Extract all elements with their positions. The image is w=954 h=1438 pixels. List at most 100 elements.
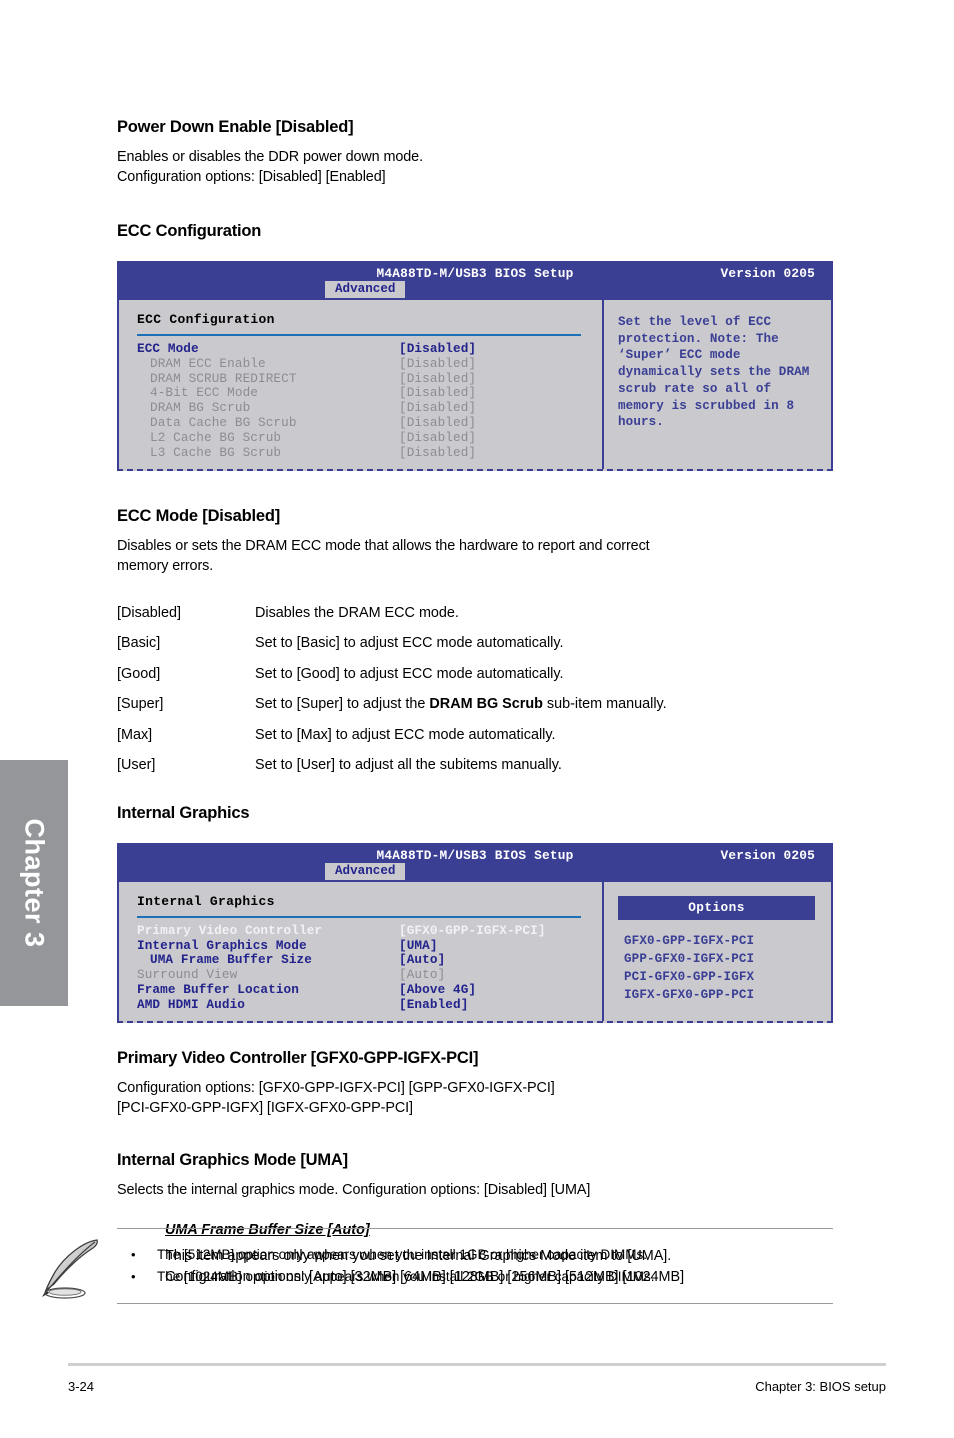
bullet-icon: •	[131, 1269, 136, 1285]
option-key: [Basic]	[117, 635, 161, 652]
bios-row-value: [Enabled]	[399, 996, 469, 1012]
option-desc: Set to [Max] to adjust ECC mode automati…	[255, 727, 555, 743]
option-desc-pre: Set to [User] to adjust all the subitems…	[255, 757, 562, 774]
bios-row[interactable]: UMA Frame Buffer Size [Auto]	[137, 953, 602, 968]
option-desc: Set to [Basic] to adjust ECC mode automa…	[255, 635, 563, 651]
note-callout: • The [512MB] option only appears when y…	[25, 1228, 833, 1305]
bios-row-label: UMA Frame Buffer Size	[150, 952, 312, 968]
heading-ecc-mode: ECC Mode [Disabled]	[117, 506, 281, 525]
internal-graphics-mode-line-1: Selects the internal graphics mode. Conf…	[117, 1181, 591, 1198]
heading-ecc-configuration: ECC Configuration	[117, 221, 262, 240]
bios-row[interactable]: Frame Buffer Location [Above 4G]	[137, 982, 602, 998]
bios-tab-advanced[interactable]: Advanced	[325, 862, 406, 880]
bios-row[interactable]: DRAM BG Scrub [Disabled]	[137, 400, 602, 416]
note-item-text: The [512MB] option only appears when you…	[157, 1247, 647, 1262]
bios-row-value: [Disabled]	[399, 444, 477, 460]
bios-row-label: DRAM SCRUB REDIRECT	[150, 370, 297, 386]
option-key: [User]	[117, 757, 156, 774]
bios-row-value: [GFX0-GPP-IGFX-PCI]	[399, 922, 546, 938]
heading-internal-graphics-mode: Internal Graphics Mode [UMA]	[117, 1150, 348, 1169]
bios-row[interactable]: DRAM SCRUB REDIRECT [Disabled]	[137, 370, 602, 387]
bios-row-value: [Above 4G]	[399, 982, 477, 998]
bios-row-value: [Disabled]	[399, 385, 477, 401]
option-desc: Set to [Good] to adjust ECC mode automat…	[255, 666, 564, 682]
option-desc: Set to [User] to adjust all the subitems…	[255, 757, 562, 773]
page-content: Power Down Enable [Disabled] Enables or …	[117, 0, 833, 1287]
primary-video-line-2: [PCI-GFX0-GPP-IGFX] [IGFX-GFX0-GPP-PCI]	[117, 1100, 413, 1117]
note-item-text: The [1024MB] option only appears when yo…	[157, 1269, 655, 1285]
bios-row-value: [Disabled]	[399, 430, 477, 446]
bios-row[interactable]: AMD HDMI Audio [Enabled]	[137, 996, 602, 1013]
bios-version: Version 0205	[720, 847, 815, 863]
bios-option-item[interactable]: GFX0-GPP-IGFX-PCI	[624, 932, 821, 950]
bios-row[interactable]: L3 Cache BG Scrub [Disabled]	[137, 444, 602, 461]
bullet-icon: •	[131, 1247, 136, 1262]
bios-row-label: AMD HDMI Audio	[137, 996, 245, 1012]
bios-options-pane: Options GFX0-GPP-IGFX-PCI GPP-GFX0-IGFX-…	[602, 882, 831, 1021]
bios-settings-pane: ECC Configuration ECC Mode [Disabled] DR…	[119, 300, 602, 469]
power-down-desc-line-2: Configuration options: [Disabled] [Enabl…	[117, 169, 386, 186]
list-item: [Max] Set to [Max] to adjust ECC mode au…	[117, 727, 833, 743]
ecc-mode-desc-line-2: memory errors.	[117, 558, 214, 575]
option-desc-pre: Set to [Good] to adjust ECC mode automat…	[255, 665, 564, 682]
bios-row-value: [Disabled]	[399, 370, 477, 386]
bios-row[interactable]: 4-Bit ECC Mode [Disabled]	[137, 386, 602, 401]
footer-chapter-label: Chapter 3: BIOS setup	[755, 1379, 886, 1394]
bios-body: Internal Graphics Primary Video Controll…	[117, 881, 833, 1023]
bios-row-label: Frame Buffer Location	[137, 982, 299, 998]
page-footer: 3-24 Chapter 3: BIOS setup	[68, 1363, 886, 1394]
primary-video-line-1: Configuration options: [GFX0-GPP-IGFX-PC…	[117, 1079, 555, 1096]
bios-row[interactable]: ECC Mode [Disabled]	[137, 340, 602, 357]
bios-header-bar: M4A88TD-M/USB3 BIOS Setup Version 0205 A…	[117, 260, 833, 300]
bios-help-pane: Set the level of ECC protection. Note: T…	[602, 300, 831, 469]
bios-row[interactable]: Surround View [Auto]	[137, 967, 602, 983]
bios-row-label: Surround View	[137, 967, 238, 983]
bios-options-list: GFX0-GPP-IGFX-PCI GPP-GFX0-IGFX-PCI PCI-…	[618, 932, 821, 1005]
ecc-mode-desc-line-1: Disables or sets the DRAM ECC mode that …	[117, 537, 650, 554]
bios-settings-pane: Internal Graphics Primary Video Controll…	[119, 882, 602, 1021]
bios-row-label: L3 Cache BG Scrub	[150, 444, 282, 460]
option-desc: Disables the DRAM ECC mode.	[255, 605, 459, 621]
bios-pane-divider	[602, 881, 604, 1021]
bios-pane-divider	[602, 299, 604, 469]
bios-row-label: ECC Mode	[137, 340, 199, 356]
footer-page-number: 3-24	[68, 1379, 95, 1394]
chapter-side-tab-label: Chapter 3	[19, 818, 50, 948]
bios-row-label: 4-Bit ECC Mode	[150, 385, 258, 401]
option-desc-pre: Set to [Max] to adjust ECC mode automati…	[255, 726, 556, 743]
list-item: [Good] Set to [Good] to adjust ECC mode …	[117, 666, 833, 682]
option-desc-pre: Set to [Super] to adjust the	[255, 696, 430, 713]
bios-section-title: Internal Graphics	[137, 893, 275, 909]
heading-primary-video-controller: Primary Video Controller [GFX0-GPP-IGFX-…	[117, 1048, 479, 1067]
option-key: [Max]	[117, 726, 153, 743]
bios-screen-ecc-configuration: M4A88TD-M/USB3 BIOS Setup Version 0205 A…	[117, 260, 833, 471]
list-item: [Disabled] Disables the DRAM ECC mode.	[117, 605, 833, 621]
bios-row[interactable]: Internal Graphics Mode [UMA]	[137, 938, 602, 954]
bios-option-item[interactable]: IGFX-GFX0-GPP-PCI	[624, 986, 821, 1004]
bios-header-bar: M4A88TD-M/USB3 BIOS Setup Version 0205 A…	[117, 842, 833, 882]
list-item: [Super] Set to [Super] to adjust the DRA…	[117, 696, 833, 712]
bios-section-rule	[137, 915, 581, 918]
bios-row-value: [Disabled]	[399, 340, 477, 356]
heading-power-down-enable: Power Down Enable [Disabled]	[117, 118, 354, 136]
option-desc-pre: Set to [Basic] to adjust ECC mode automa…	[255, 635, 564, 652]
bios-row-label: DRAM BG Scrub	[150, 400, 251, 416]
bios-row[interactable]: DRAM ECC Enable [Disabled]	[137, 356, 602, 372]
bios-body: ECC Configuration ECC Mode [Disabled] DR…	[117, 299, 833, 471]
bios-row[interactable]: Data Cache BG Scrub [Disabled]	[137, 415, 602, 431]
ecc-mode-option-list: [Disabled] Disables the DRAM ECC mode. […	[117, 605, 833, 774]
bios-option-item[interactable]: GPP-GFX0-IGFX-PCI	[624, 950, 821, 968]
power-down-desc-line-1: Enables or disables the DDR power down m…	[117, 149, 423, 165]
option-desc-pre: Disables the DRAM ECC mode.	[255, 604, 459, 621]
bios-row-selected[interactable]: Primary Video Controller [GFX0-GPP-IGFX-…	[137, 922, 602, 939]
bios-row-label: L2 Cache BG Scrub	[150, 430, 282, 446]
list-item: • The [512MB] option only appears when y…	[117, 1246, 823, 1264]
option-key: [Disabled]	[117, 604, 181, 621]
option-key: [Good]	[117, 665, 161, 682]
bios-row[interactable]: L2 Cache BG Scrub [Disabled]	[137, 430, 602, 446]
bios-tab-advanced[interactable]: Advanced	[325, 280, 406, 298]
bios-option-item[interactable]: PCI-GFX0-GPP-IGFX	[624, 968, 821, 986]
bios-row-value: [Auto]	[399, 952, 446, 968]
bios-options-header: Options	[618, 895, 815, 920]
list-item: • The [1024MB] option only appears when …	[117, 1268, 823, 1286]
